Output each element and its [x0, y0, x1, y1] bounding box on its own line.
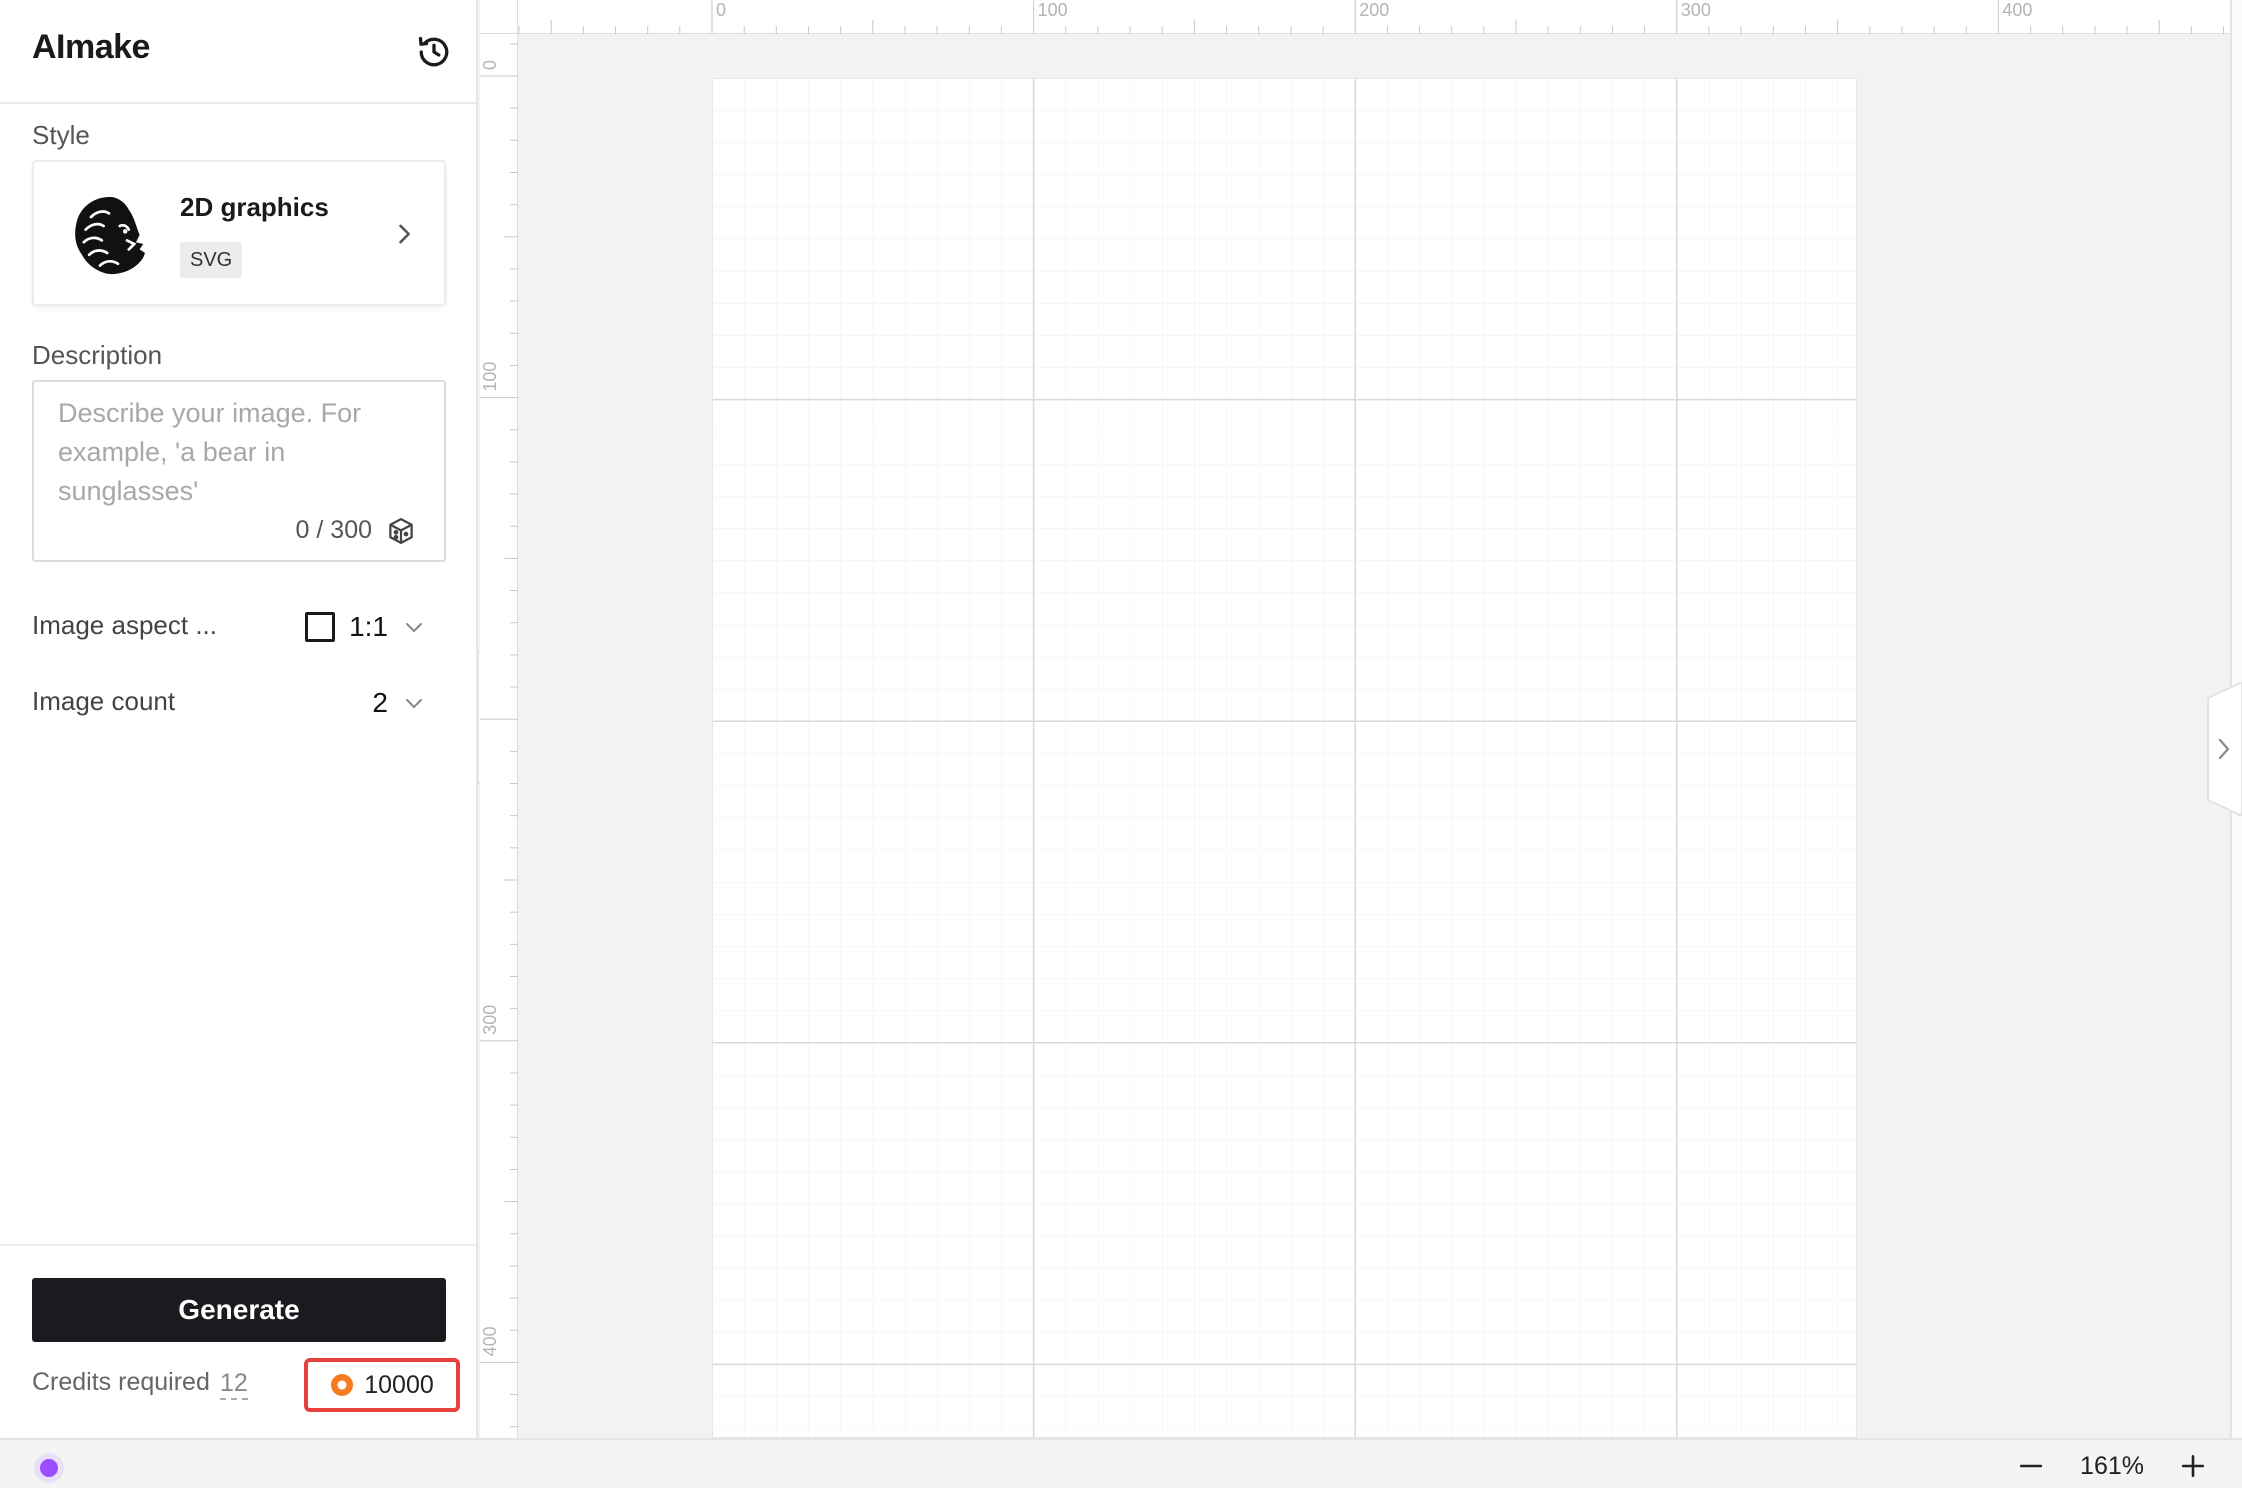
character-counter: 0 / 300 [295, 516, 372, 544]
ruler-label: 300 [480, 1005, 500, 1035]
lion-head-icon [75, 197, 145, 275]
artboard-grid [712, 78, 1857, 1438]
image-aspect-label: Image aspect ... [32, 610, 217, 640]
zoom-out-button[interactable] [2016, 1451, 2046, 1481]
status-indicator-icon[interactable] [34, 1453, 64, 1483]
artboard[interactable] [712, 78, 1857, 1438]
ruler-label: 400 [480, 1326, 500, 1356]
panel-header: AImake [0, 0, 476, 104]
description-input[interactable] [58, 394, 418, 514]
chevron-down-icon [406, 699, 422, 708]
zoom-controls: 161% [2016, 1446, 2208, 1486]
expand-right-panel-tab[interactable] [2200, 682, 2242, 816]
credits-required-label: Credits required [32, 1368, 210, 1396]
style-selector-card[interactable]: 2D graphics SVG [32, 160, 446, 306]
canvas-area[interactable] [519, 35, 2230, 1438]
style-name: 2D graphics [180, 192, 329, 222]
ruler-label: 400 [2002, 0, 2032, 20]
credits-required-value[interactable]: 12 [220, 1368, 248, 1400]
plus-icon [2181, 1454, 2205, 1478]
left-panel: AImake Style 2D graphics SVG Description… [0, 0, 478, 1438]
ruler-label: 200 [1359, 0, 1389, 20]
app-title: AImake [32, 28, 150, 66]
image-count-label: Image count [32, 686, 176, 716]
coin-icon [331, 1374, 354, 1396]
zoom-level[interactable]: 161% [2080, 1452, 2144, 1481]
ruler-label: 100 [480, 362, 500, 392]
image-aspect-select[interactable]: 1:1 [305, 602, 426, 652]
chevron-right-icon [399, 224, 410, 244]
credit-balance-value: 10000 [364, 1370, 434, 1399]
chevron-down-icon [406, 623, 422, 632]
style-format-badge: SVG [180, 242, 243, 278]
image-aspect-row: Image aspect ... 1:1 [32, 602, 446, 652]
generate-button[interactable]: Generate [32, 1278, 446, 1342]
ruler-label: 0 [480, 60, 500, 70]
ruler-label: 300 [1681, 0, 1711, 20]
history-button[interactable] [412, 30, 456, 74]
image-count-row: Image count 2 [32, 678, 446, 728]
bottom-status-bar: 161% [0, 1438, 2242, 1488]
ruler-corner [480, 0, 518, 34]
credit-balance[interactable]: 10000 [304, 1358, 460, 1412]
history-icon [418, 36, 449, 67]
ruler-label: 100 [1038, 0, 1068, 20]
image-count-select[interactable]: 2 [372, 678, 426, 728]
app-window: AImake Style 2D graphics SVG Description… [0, 0, 2242, 1488]
ruler-label: 0 [716, 0, 726, 20]
description-section-label: Description [32, 340, 163, 370]
panel-footer: Generate Credits required 12 10000 [0, 1244, 476, 1438]
vertical-ruler[interactable]: 0 100 300 400 [480, 34, 518, 1438]
image-aspect-value: 1:1 [349, 611, 388, 642]
minus-icon [2019, 1464, 2043, 1468]
zoom-in-button[interactable] [2178, 1451, 2208, 1481]
square-aspect-icon [305, 612, 336, 642]
style-section-label: Style [32, 120, 90, 150]
random-prompt-icon[interactable] [386, 516, 416, 546]
image-count-value: 2 [372, 687, 388, 718]
description-box: 0 / 300 [32, 380, 446, 562]
horizontal-ruler[interactable]: 0 100 200 300 400 [518, 0, 2230, 34]
